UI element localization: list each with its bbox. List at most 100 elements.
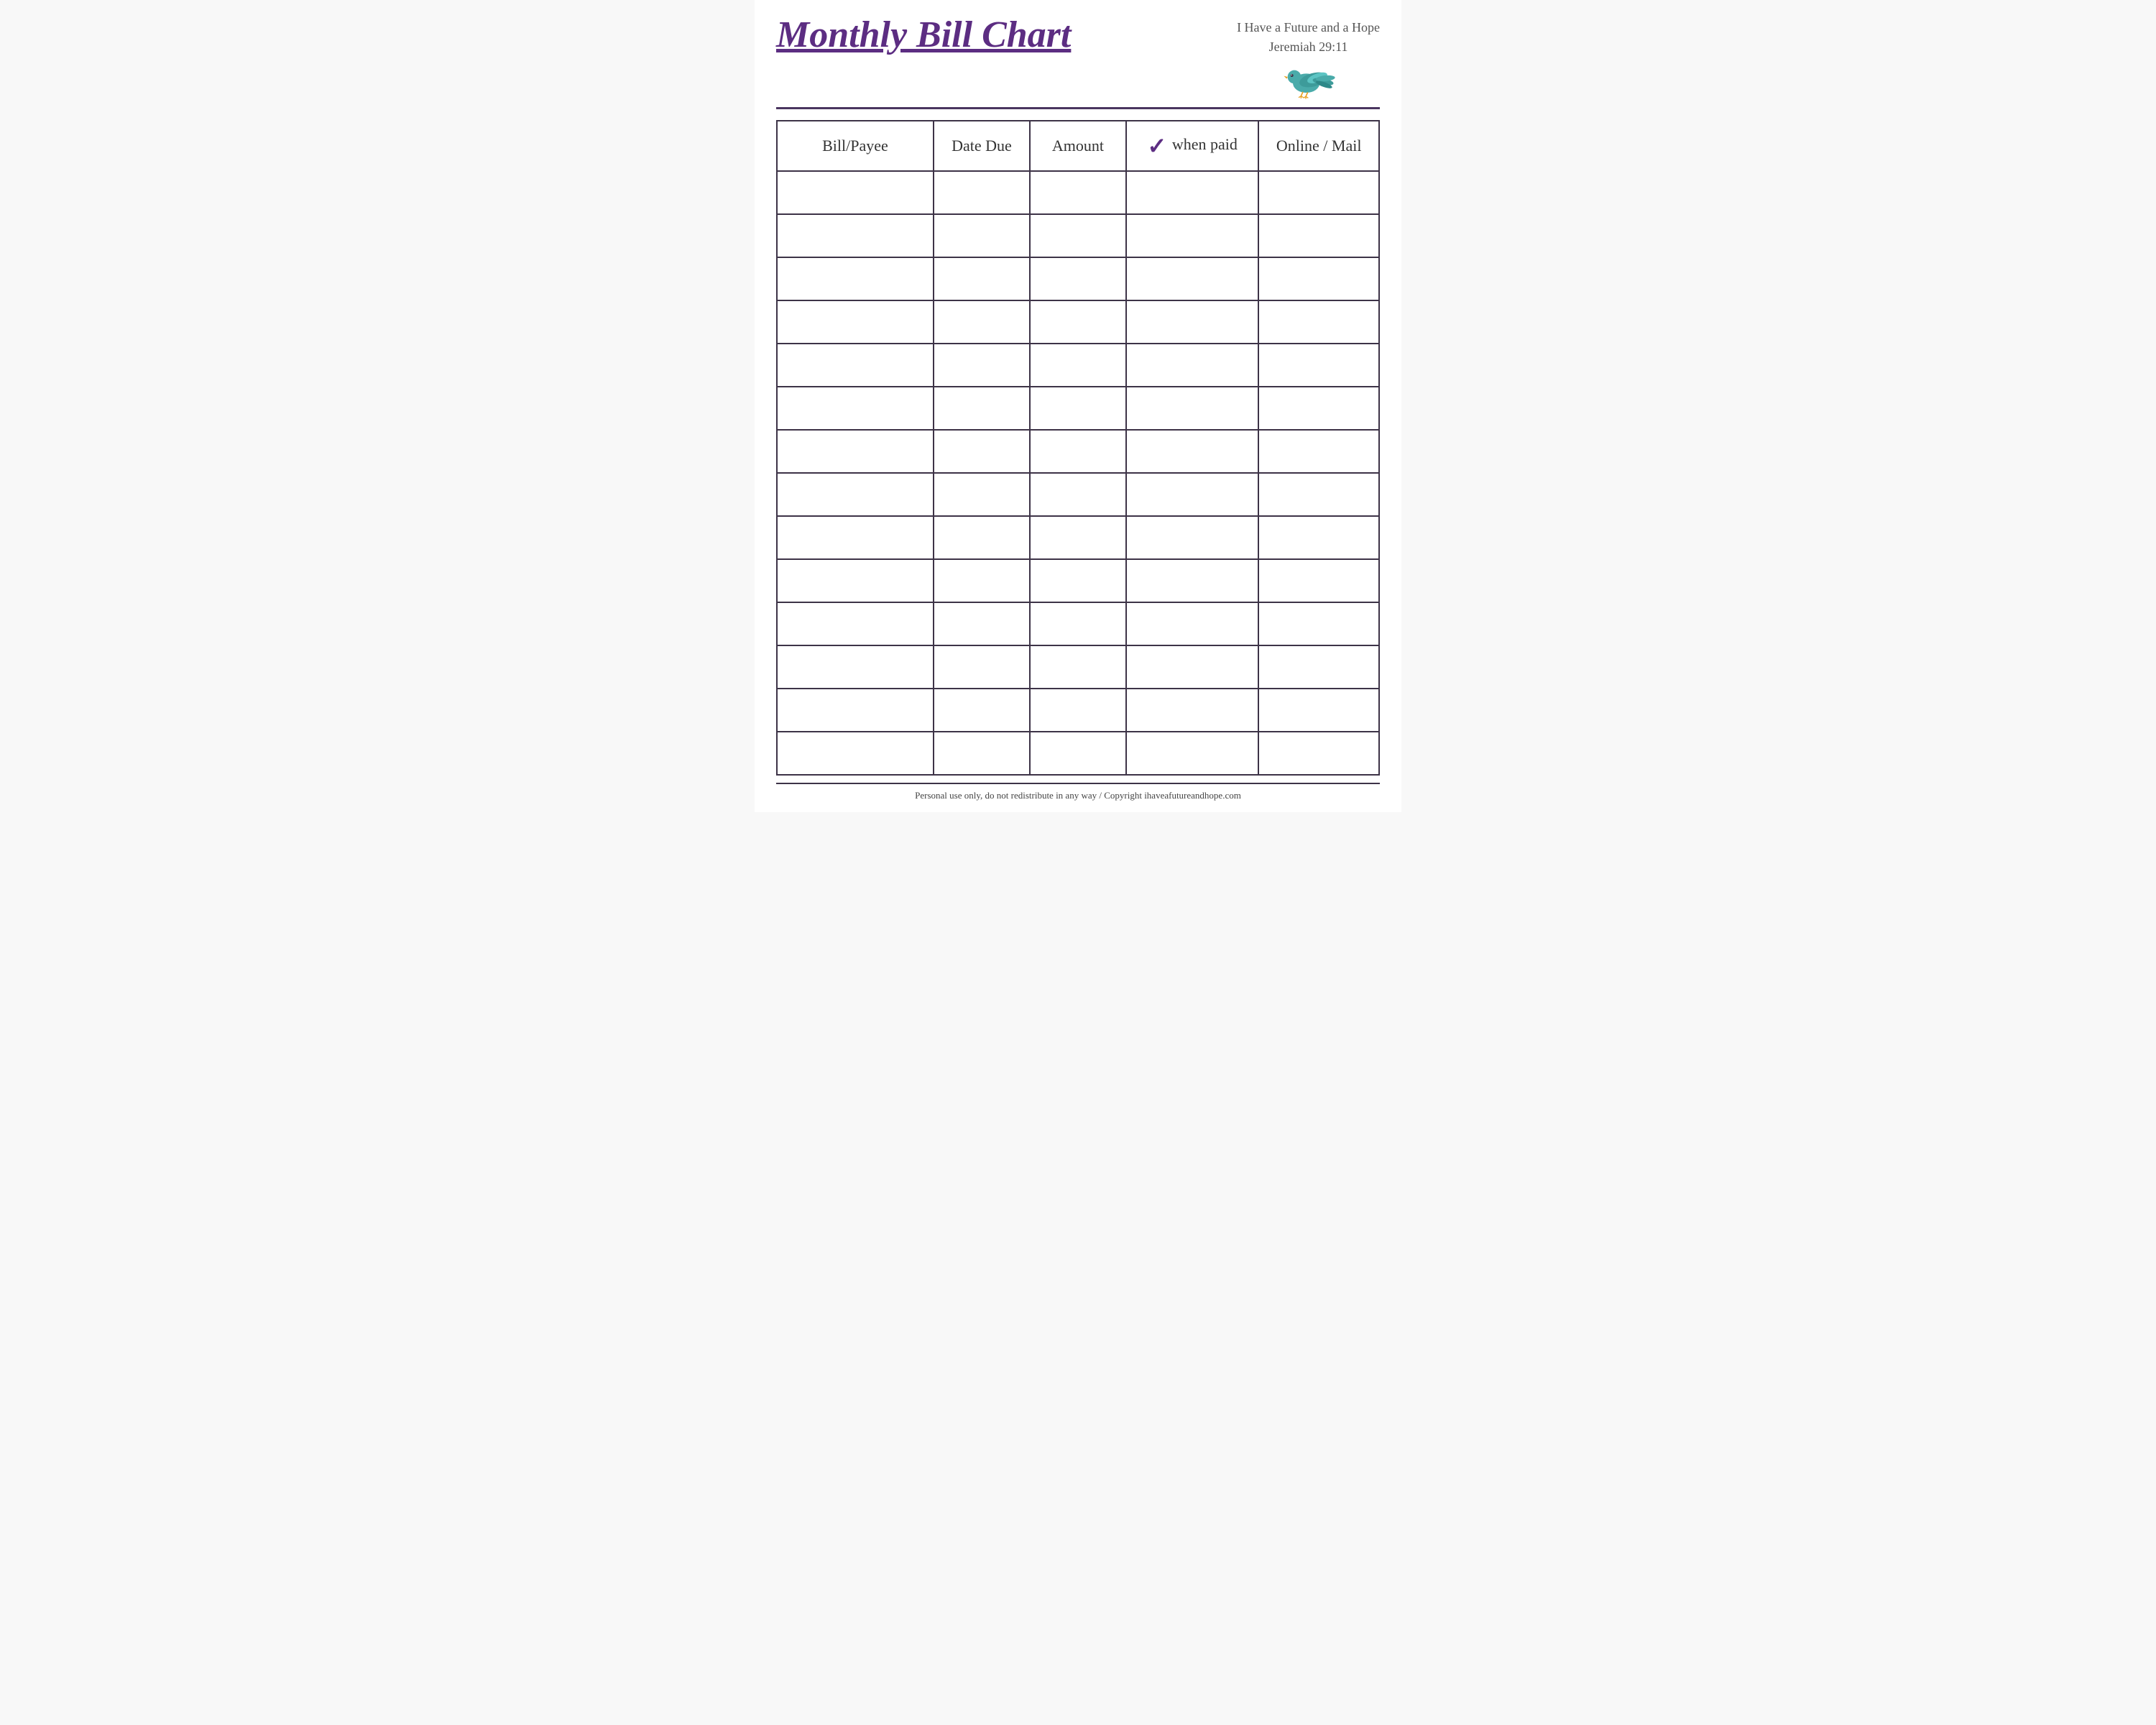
table-cell bbox=[1258, 732, 1379, 775]
table-row bbox=[777, 645, 1379, 689]
table-cell bbox=[777, 430, 934, 473]
table-cell bbox=[777, 645, 934, 689]
table-cell bbox=[1030, 300, 1126, 344]
header: Monthly Bill Chart I Have a Future and a… bbox=[776, 14, 1380, 109]
table-cell bbox=[1030, 473, 1126, 516]
col-date-due: Date Due bbox=[934, 121, 1030, 171]
table-cell bbox=[1030, 559, 1126, 602]
table-cell bbox=[1258, 559, 1379, 602]
table-cell bbox=[777, 300, 934, 344]
table-cell bbox=[1258, 430, 1379, 473]
table-row bbox=[777, 559, 1379, 602]
table-cell bbox=[777, 689, 934, 732]
table-cell bbox=[1030, 602, 1126, 645]
table-cell bbox=[777, 516, 934, 559]
bill-table: Bill/Payee Date Due Amount ✓ when paid O… bbox=[776, 120, 1380, 776]
table-cell bbox=[1258, 645, 1379, 689]
table-cell bbox=[1258, 171, 1379, 214]
table-cell bbox=[1126, 344, 1258, 387]
table-cell bbox=[777, 559, 934, 602]
table-cell bbox=[934, 257, 1030, 300]
table-cell bbox=[1258, 387, 1379, 430]
table-cell bbox=[1126, 430, 1258, 473]
table-body bbox=[777, 171, 1379, 775]
table-cell bbox=[1030, 732, 1126, 775]
table-row bbox=[777, 602, 1379, 645]
col-online-mail: Online / Mail bbox=[1258, 121, 1379, 171]
table-cell bbox=[1126, 214, 1258, 257]
table-cell bbox=[934, 300, 1030, 344]
col-check-when-paid: ✓ when paid bbox=[1126, 121, 1258, 171]
bird-icon bbox=[1280, 57, 1337, 100]
table-cell bbox=[934, 689, 1030, 732]
table-row bbox=[777, 732, 1379, 775]
footer: Personal use only, do not redistribute i… bbox=[776, 783, 1380, 801]
table-cell bbox=[1126, 602, 1258, 645]
table-cell bbox=[777, 171, 934, 214]
table-row bbox=[777, 171, 1379, 214]
subtitle-line2: Jeremiah 29:11 bbox=[1237, 37, 1380, 57]
table-cell bbox=[1126, 387, 1258, 430]
table-row bbox=[777, 516, 1379, 559]
table-cell bbox=[1258, 344, 1379, 387]
subtitle-line1: I Have a Future and a Hope bbox=[1237, 18, 1380, 37]
table-cell bbox=[1258, 516, 1379, 559]
table-cell bbox=[1126, 689, 1258, 732]
table-cell bbox=[1258, 689, 1379, 732]
table-cell bbox=[934, 516, 1030, 559]
table-cell bbox=[777, 732, 934, 775]
table-cell bbox=[934, 559, 1030, 602]
subtitle: I Have a Future and a Hope Jeremiah 29:1… bbox=[1237, 18, 1380, 57]
table-cell bbox=[934, 602, 1030, 645]
col-bill-payee-label: Bill/Payee bbox=[822, 137, 888, 155]
table-cell bbox=[934, 430, 1030, 473]
table-cell bbox=[934, 473, 1030, 516]
table-row bbox=[777, 257, 1379, 300]
table-cell bbox=[1030, 430, 1126, 473]
table-cell bbox=[1030, 516, 1126, 559]
table-cell bbox=[1126, 732, 1258, 775]
table-row bbox=[777, 689, 1379, 732]
footer-text: Personal use only, do not redistribute i… bbox=[915, 790, 1241, 801]
table-row bbox=[777, 387, 1379, 430]
header-right: I Have a Future and a Hope Jeremiah 29:1… bbox=[1237, 14, 1380, 100]
table-cell bbox=[934, 344, 1030, 387]
col-amount: Amount bbox=[1030, 121, 1126, 171]
table-cell bbox=[934, 171, 1030, 214]
table-cell bbox=[777, 344, 934, 387]
table-cell bbox=[1126, 257, 1258, 300]
table-cell bbox=[1258, 257, 1379, 300]
table-cell bbox=[1126, 645, 1258, 689]
table-row bbox=[777, 473, 1379, 516]
table-cell bbox=[1258, 473, 1379, 516]
table-cell bbox=[1126, 171, 1258, 214]
checkmark-icon: ✓ bbox=[1148, 133, 1167, 159]
table-cell bbox=[777, 602, 934, 645]
table-cell bbox=[1030, 645, 1126, 689]
table-cell bbox=[777, 257, 934, 300]
table-cell bbox=[1126, 516, 1258, 559]
table-cell bbox=[1126, 559, 1258, 602]
table-cell bbox=[1030, 689, 1126, 732]
table-cell bbox=[1258, 300, 1379, 344]
table-row bbox=[777, 300, 1379, 344]
page-title: Monthly Bill Chart bbox=[776, 14, 1071, 55]
table-cell bbox=[1126, 300, 1258, 344]
table-cell bbox=[934, 732, 1030, 775]
table-row bbox=[777, 214, 1379, 257]
table-cell bbox=[777, 387, 934, 430]
table-row bbox=[777, 344, 1379, 387]
col-online-mail-label: Online / Mail bbox=[1276, 137, 1362, 155]
table-cell bbox=[1030, 257, 1126, 300]
table-cell bbox=[1030, 387, 1126, 430]
table-cell bbox=[934, 387, 1030, 430]
col-check-when-paid-label: when paid bbox=[1168, 135, 1238, 153]
bird-decoration bbox=[1280, 57, 1337, 100]
table-cell bbox=[1258, 602, 1379, 645]
col-date-due-label: Date Due bbox=[952, 137, 1012, 155]
table-cell bbox=[1030, 214, 1126, 257]
table-cell bbox=[1030, 171, 1126, 214]
col-bill-payee: Bill/Payee bbox=[777, 121, 934, 171]
table-cell bbox=[934, 214, 1030, 257]
table-cell bbox=[777, 214, 934, 257]
